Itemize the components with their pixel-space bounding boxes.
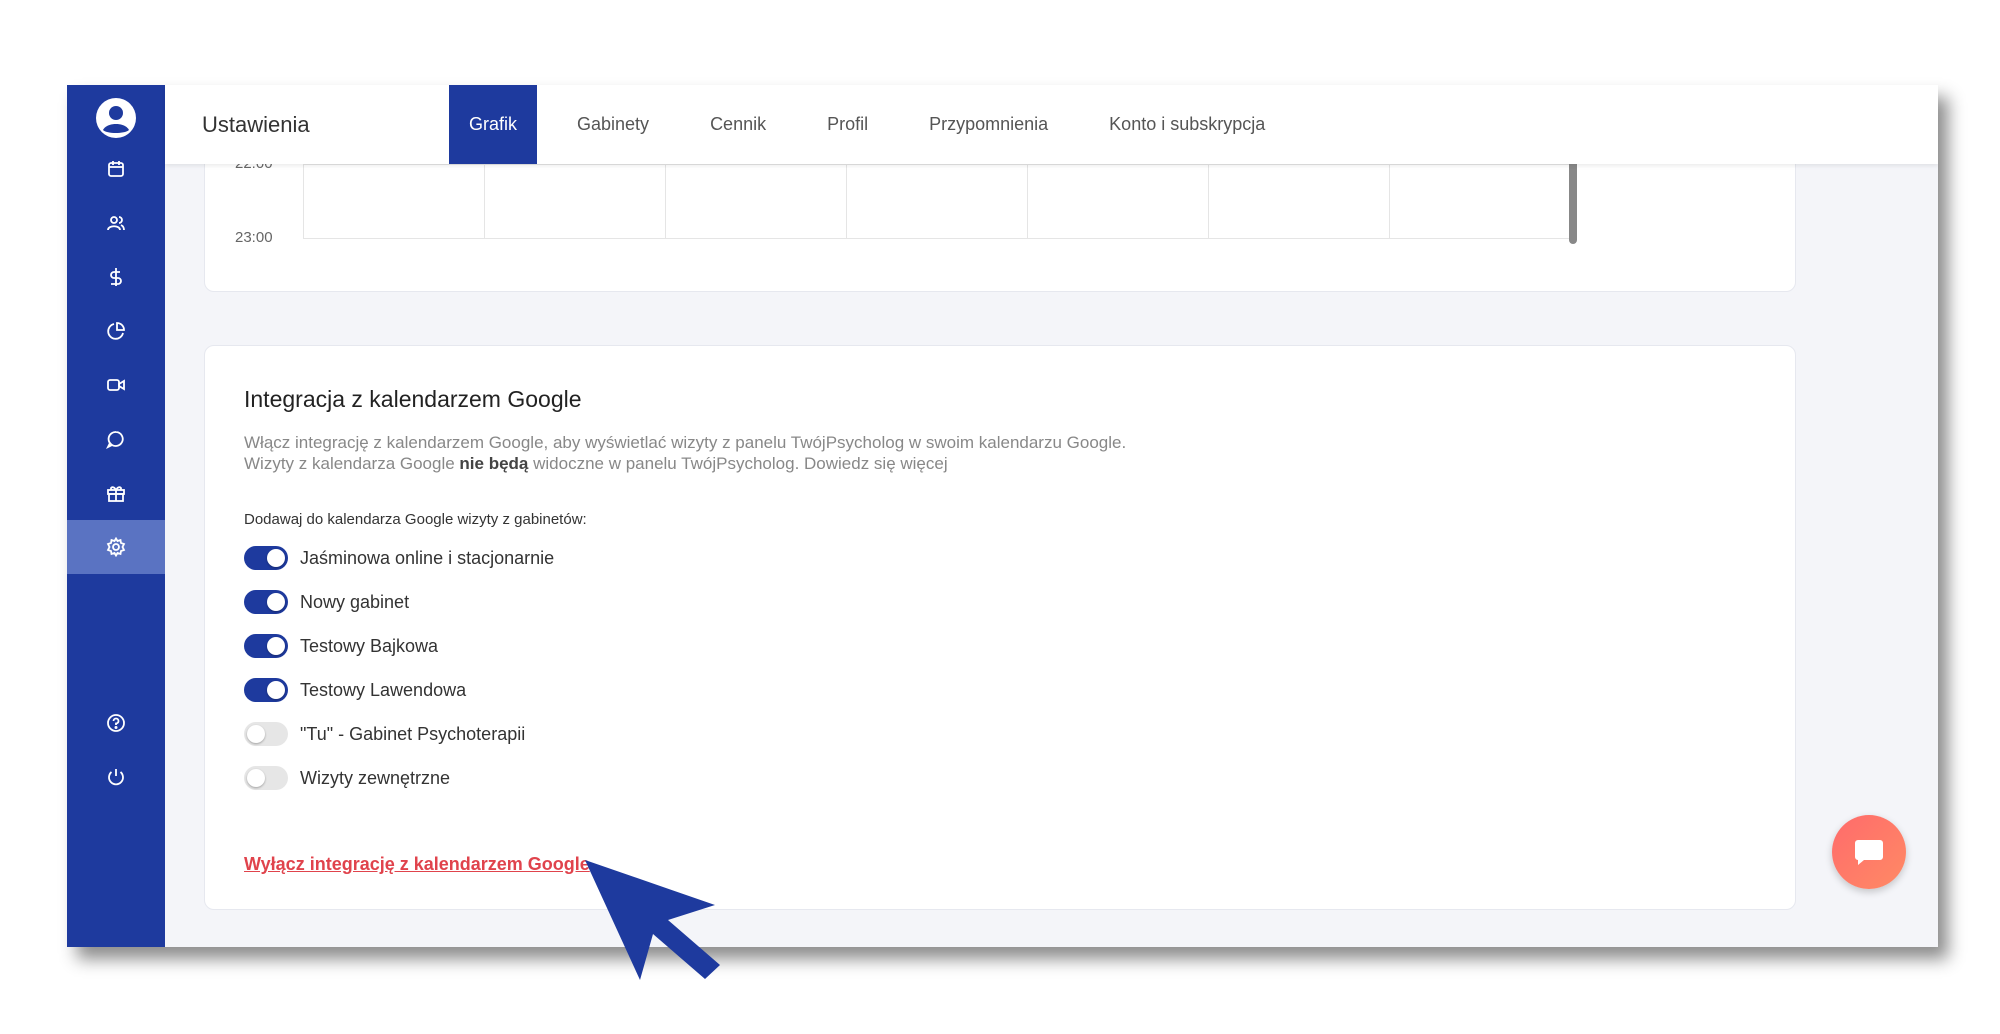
office-toggle-label: Testowy Lawendowa [300, 679, 467, 700]
power-icon [108, 769, 124, 786]
office-toggle[interactable] [244, 590, 288, 614]
description-line-2: Wizyty z kalendarza Google nie będą wido… [244, 453, 1126, 474]
tab-gabinety[interactable]: Gabinety [557, 85, 669, 164]
description-line-1: Włącz integrację z kalendarzem Google, a… [244, 433, 1127, 452]
help-icon [107, 714, 125, 732]
settings-icon [106, 537, 126, 557]
office-toggle-row: "Tu" - Gabinet Psychoterapii [244, 719, 525, 749]
chat-icon [106, 431, 124, 449]
settings-tabs: Grafik Gabinety Cennik Profil Przypomnie… [449, 85, 1306, 164]
grid-line [303, 238, 1573, 239]
sidebar-item-logout[interactable] [67, 750, 165, 804]
google-calendar-integration-card: Integracja z kalendarzem Google Włącz in… [204, 345, 1796, 910]
tab-profil[interactable]: Profil [807, 85, 888, 164]
office-toggle-row: Nowy gabinet [244, 587, 409, 617]
sidebar-item-calendar[interactable] [67, 142, 165, 196]
sidebar-item-patients[interactable] [67, 196, 165, 250]
patients-icon [107, 216, 125, 231]
pie-chart-icon [107, 322, 125, 340]
page-title: Ustawienia [202, 112, 310, 137]
integration-title: Integracja z kalendarzem Google [244, 386, 582, 412]
tab-grafik[interactable]: Grafik [449, 85, 538, 164]
sidebar-item-finances[interactable] [67, 250, 165, 304]
offices-label: Dodawaj do kalendarza Google wizyty z ga… [244, 511, 587, 528]
dollar-icon [110, 268, 122, 286]
chat-button[interactable] [1832, 815, 1906, 889]
office-toggle[interactable] [244, 546, 288, 570]
description-bold: nie będą [459, 454, 529, 473]
grid-line [303, 164, 1573, 165]
office-toggle-row: Wizyty zewnętrzne [244, 763, 450, 793]
calendar-icon [108, 161, 124, 177]
gift-icon [107, 486, 125, 502]
pointer-arrow-icon [585, 860, 720, 980]
office-toggle-row: Testowy Lawendowa [244, 675, 466, 705]
sidebar-item-video[interactable] [67, 358, 165, 412]
office-toggle-label: Testowy Bajkowa [300, 635, 439, 656]
sidebar-item-gifts[interactable] [67, 466, 165, 520]
chat-bubble-icon [1855, 840, 1883, 865]
office-toggle-row: Jaśminowa online i stacjonarnie [244, 543, 554, 573]
office-toggle-label: Wizyty zewnętrzne [300, 767, 451, 788]
top-header: Ustawienia Grafik Gabinety Cennik Profil… [165, 85, 1938, 164]
office-toggle[interactable] [244, 722, 288, 746]
description-text: widoczne w panelu TwójPsycholog. Dowiedz… [528, 454, 948, 473]
video-icon [107, 379, 125, 391]
office-toggle[interactable] [244, 634, 288, 658]
office-toggle-label: Jaśminowa online i stacjonarnie [300, 547, 555, 568]
sidebar [67, 85, 165, 947]
integration-description: Włącz integrację z kalendarzem Google, a… [244, 432, 1126, 474]
user-avatar-icon[interactable] [95, 97, 137, 139]
sidebar-item-messages[interactable] [67, 412, 165, 466]
office-toggle-label: "Tu" - Gabinet Psychoterapii [300, 723, 526, 744]
sidebar-item-help[interactable] [67, 696, 165, 750]
disable-integration-link[interactable]: Wyłącz integrację z kalendarzem Google [244, 854, 590, 875]
office-toggle-label: Nowy gabinet [300, 591, 410, 612]
sidebar-item-stats[interactable] [67, 304, 165, 358]
tab-przypomnienia[interactable]: Przypomnienia [909, 85, 1068, 164]
sidebar-item-settings[interactable] [67, 520, 165, 574]
office-toggle[interactable] [244, 766, 288, 790]
description-text: Wizyty z kalendarza Google [244, 454, 460, 473]
office-toggle-row: Testowy Bajkowa [244, 631, 438, 661]
tab-cennik[interactable]: Cennik [690, 85, 786, 164]
office-toggle[interactable] [244, 678, 288, 702]
tab-konto-subskrypcja[interactable]: Konto i subskrypcja [1089, 85, 1285, 164]
time-label: 23:00 [235, 229, 273, 246]
app-window: Ustawienia Grafik Gabinety Cennik Profil… [67, 85, 1938, 947]
